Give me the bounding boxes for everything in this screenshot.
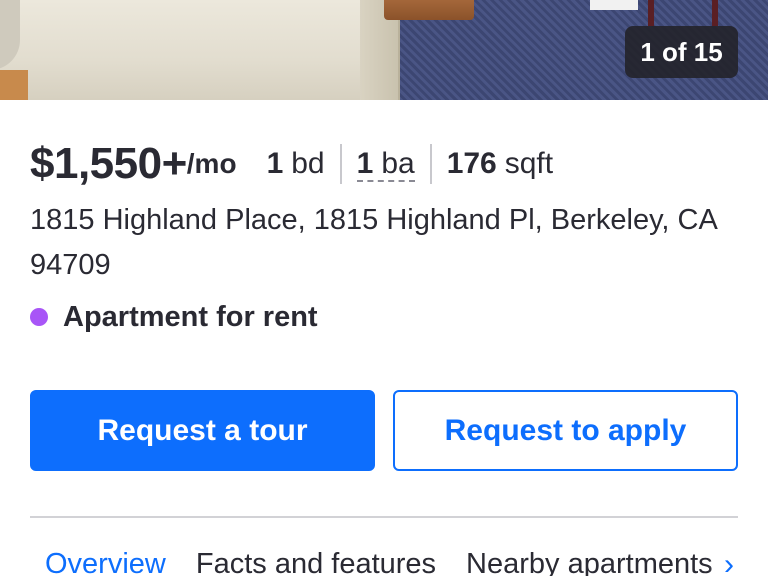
request-tour-button[interactable]: Request a tour: [30, 390, 375, 471]
photo-bed: [0, 0, 392, 100]
sqft-unit: sqft: [504, 147, 554, 180]
photo-box: [590, 0, 638, 10]
beds-fact: 1 bd: [267, 147, 325, 181]
photo-dresser: [384, 0, 474, 20]
beds-unit: bd: [291, 147, 325, 180]
listing-price: $1,550+: [30, 139, 187, 188]
listing-type-row: Apartment for rent: [30, 296, 318, 338]
beds-value: 1: [266, 147, 284, 180]
photo-counter: 1 of 15: [625, 26, 738, 78]
section-tabs: Overview Facts and features Nearby apart…: [30, 548, 768, 576]
tab-facts-and-features[interactable]: Facts and features: [181, 548, 451, 576]
status-dot-icon: [30, 308, 48, 326]
chevron-right-icon[interactable]: ›: [724, 548, 734, 576]
sqft-value: 176: [446, 147, 497, 180]
listing-address: 1815 Highland Place, 1815 Highland Pl, B…: [30, 204, 717, 281]
fact-divider: [429, 144, 432, 184]
price-suffix: /mo: [186, 148, 237, 179]
fact-divider: [339, 144, 342, 184]
photo-furniture: [0, 70, 28, 100]
listing-type: Apartment for rent: [63, 300, 318, 333]
baths-unit: ba: [381, 146, 415, 180]
price-row: $1,550+ /mo 1 bd 1 ba 176 sqft: [30, 136, 553, 192]
section-divider: [30, 516, 738, 518]
listing-photo[interactable]: 1 of 15: [0, 0, 768, 100]
tab-overview[interactable]: Overview: [30, 548, 181, 576]
sqft-fact: 176 sqft: [447, 147, 553, 181]
tabs-scroll-area: ›: [708, 548, 768, 576]
photo-chair: [648, 0, 718, 26]
baths-value: 1: [356, 146, 374, 180]
tab-nearby-apartments[interactable]: Nearby apartments: [451, 548, 728, 576]
request-apply-button[interactable]: Request to apply: [393, 390, 738, 471]
baths-fact[interactable]: 1 ba: [356, 146, 415, 182]
